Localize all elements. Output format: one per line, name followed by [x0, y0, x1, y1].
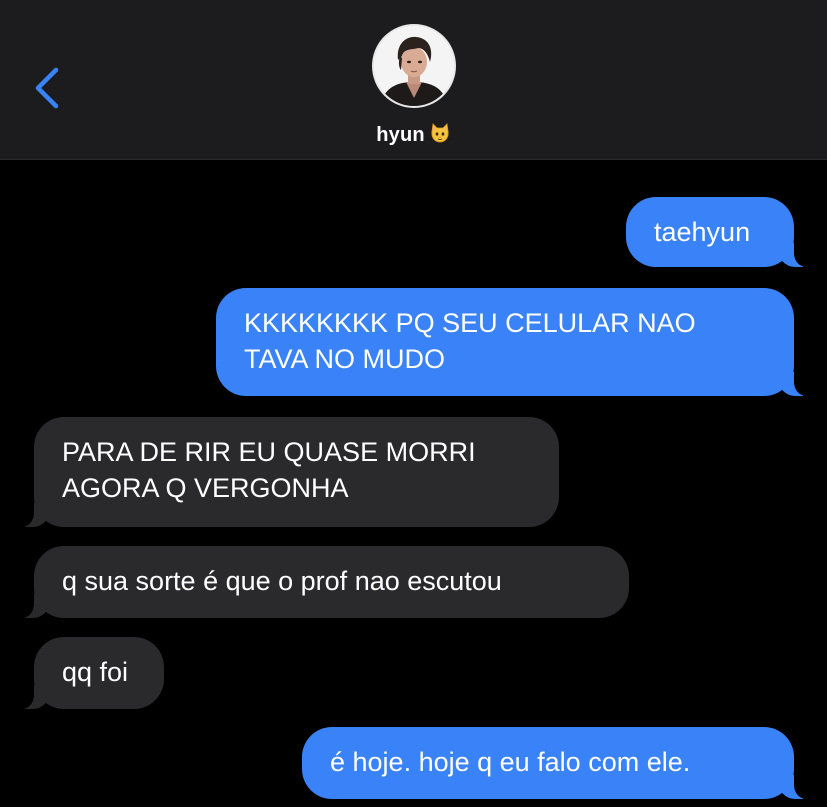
- contact-avatar[interactable]: [372, 24, 456, 108]
- message-text: AGORA Q VERGONHA: [62, 473, 349, 503]
- sent-message-bubble[interactable]: taehyun: [626, 197, 816, 267]
- chevron-left-icon: [35, 67, 59, 109]
- received-message-bubble[interactable]: qq foi: [12, 637, 164, 709]
- message-text: qq foi: [62, 657, 129, 687]
- sent-message-bubble[interactable]: KKKKKKKK PQ SEU CELULAR NAO TAVA NO MUDO: [216, 288, 816, 396]
- message-text: taehyun: [654, 217, 751, 247]
- contact-name-button[interactable]: hyun: [0, 122, 827, 150]
- conversation-header: hyun: [0, 0, 827, 160]
- contact-avatar-photo: [374, 26, 454, 106]
- message-text: PARA DE RIR EU QUASE MORRI: [62, 437, 476, 467]
- received-message-bubble[interactable]: q sua sorte é que o prof nao escutou: [12, 546, 629, 618]
- message-text: é hoje. hoje q eu falo com ele.: [330, 747, 691, 777]
- message-text: q sua sorte é que o prof nao escutou: [62, 566, 502, 596]
- back-button[interactable]: [30, 64, 70, 112]
- sent-message-bubble[interactable]: é hoje. hoje q eu falo com ele.: [302, 727, 816, 799]
- message-text: KKKKKKKK PQ SEU CELULAR NAO: [244, 308, 696, 338]
- cat-face-icon: [429, 122, 451, 150]
- received-message-bubble[interactable]: PARA DE RIR EU QUASE MORRI AGORA Q VERGO…: [12, 417, 559, 527]
- contact-name: hyun: [376, 124, 425, 146]
- message-text: TAVA NO MUDO: [244, 344, 446, 374]
